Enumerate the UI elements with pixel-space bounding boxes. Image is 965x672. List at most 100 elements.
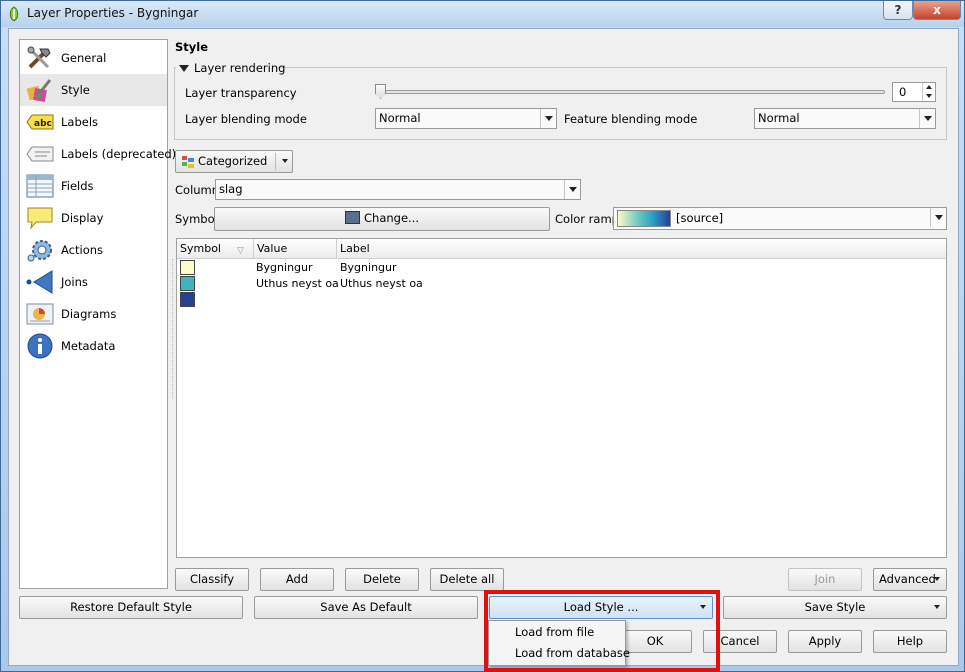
advanced-label: Advanced <box>879 572 936 586</box>
paintbrush-icon <box>26 79 52 102</box>
join-button[interactable]: Join <box>788 568 862 591</box>
symbol-preview <box>345 211 360 224</box>
delete-button[interactable]: Delete <box>345 568 419 591</box>
sidebar-item-label: Actions <box>61 243 104 257</box>
context-help-button[interactable]: ? <box>883 1 913 20</box>
column-label: Column <box>175 183 220 197</box>
color-ramp-preview <box>617 210 671 227</box>
sidebar-item-style[interactable]: Style <box>20 74 167 106</box>
category-label[interactable]: Bygningur <box>340 261 397 274</box>
speech-bubble-icon <box>27 207 53 230</box>
column-select[interactable]: slag <box>215 179 581 200</box>
column-header-label[interactable]: Label <box>337 239 946 259</box>
chevron-down-icon <box>282 159 288 163</box>
chevron-down-icon <box>930 208 946 227</box>
dialog-client-area: General Style abc Labels Labels (depreca… <box>8 28 959 672</box>
category-value[interactable]: Uthus neyst oa <box>256 277 339 290</box>
category-label[interactable]: Uthus neyst oa <box>340 277 423 290</box>
collapse-triangle-icon[interactable] <box>179 65 189 72</box>
title-bar[interactable]: Layer Properties - Bygningar ? x <box>1 1 964 27</box>
restore-default-style-button[interactable]: Restore Default Style <box>19 596 243 619</box>
sidebar-item-label: Display <box>61 211 104 225</box>
chevron-down-icon <box>934 605 940 609</box>
color-ramp-value: [source] <box>676 211 724 225</box>
change-symbol-button[interactable]: Change... <box>214 207 550 231</box>
layer-blending-select[interactable]: Normal <box>375 108 557 129</box>
delete-all-button[interactable]: Delete all <box>430 568 504 591</box>
change-button-label: Change... <box>364 211 419 225</box>
gear-icon <box>27 240 52 262</box>
sidebar-item-joins[interactable]: Joins <box>20 266 167 298</box>
join-arrow-icon <box>26 270 53 294</box>
sidebar-item-label: Style <box>61 83 90 97</box>
chevron-down-icon <box>564 180 580 199</box>
label-deprecated-icon <box>26 146 54 162</box>
color-ramp-select[interactable]: [source] <box>613 207 947 230</box>
categorized-icon <box>182 156 194 168</box>
transparency-slider[interactable] <box>377 90 885 94</box>
page-title: Style <box>175 40 209 54</box>
sidebar-item-display[interactable]: Display <box>20 202 167 234</box>
feature-blending-value: Normal <box>758 111 800 125</box>
dropdown-separator <box>275 153 276 170</box>
sidebar-item-label: Diagrams <box>61 307 117 321</box>
window-title: Layer Properties - Bygningar <box>27 6 199 20</box>
sidebar-item-general[interactable]: General <box>20 42 167 74</box>
transparency-label: Layer transparency <box>185 86 297 100</box>
chevron-down-icon <box>540 109 556 128</box>
sidebar-item-metadata[interactable]: Metadata <box>20 330 167 362</box>
category-swatch[interactable] <box>180 292 195 307</box>
sidebar-item-labels[interactable]: abc Labels <box>20 106 167 138</box>
qgis-logo-icon <box>9 6 19 22</box>
category-swatch[interactable] <box>180 260 195 275</box>
renderer-select[interactable]: Categorized <box>175 150 293 173</box>
categories-table[interactable]: Symbol ▽ Value Label Bygningur Bygningur… <box>172 238 947 558</box>
category-swatch[interactable] <box>180 276 195 291</box>
info-icon <box>27 333 53 359</box>
sidebar-item-fields[interactable]: Fields <box>20 170 167 202</box>
layer-blending-value: Normal <box>379 111 421 125</box>
column-header-symbol[interactable]: Symbol ▽ <box>177 239 254 259</box>
sidebar: General Style abc Labels Labels (depreca… <box>19 39 176 589</box>
chevron-down-icon <box>934 577 940 581</box>
column-value: slag <box>219 182 243 196</box>
category-value[interactable]: Bygningur <box>256 261 313 274</box>
sidebar-item-label: Labels (deprecated) <box>61 147 177 161</box>
spin-up-icon[interactable] <box>922 83 935 92</box>
save-as-default-button[interactable]: Save As Default <box>254 596 478 619</box>
symbol-label: Symbol <box>175 212 218 226</box>
table-splitter <box>172 259 173 399</box>
apply-button[interactable]: Apply <box>788 630 862 653</box>
advanced-button[interactable]: Advanced <box>873 568 947 591</box>
sort-indicator-icon: ▽ <box>237 246 244 256</box>
sidebar-item-label: Fields <box>61 179 94 193</box>
sidebar-item-label: Metadata <box>61 339 116 353</box>
tools-icon <box>27 46 51 69</box>
classify-button[interactable]: Classify <box>175 568 249 591</box>
highlight-box <box>484 590 720 672</box>
save-style-label: Save Style <box>804 600 866 614</box>
sidebar-item-diagrams[interactable]: Diagrams <box>20 298 167 330</box>
color-ramp-label: Color ramp <box>555 212 619 226</box>
add-button[interactable]: Add <box>260 568 334 591</box>
layer-rendering-group <box>174 67 947 140</box>
sidebar-item-label: General <box>61 51 107 65</box>
feature-blending-label: Feature blending mode <box>564 112 698 126</box>
diagram-icon <box>26 303 54 325</box>
transparency-spinbox[interactable]: 0 <box>892 82 936 102</box>
feature-blending-select[interactable]: Normal <box>754 108 936 129</box>
chevron-down-icon <box>919 109 935 128</box>
help-button[interactable]: Help <box>873 630 947 653</box>
close-window-button[interactable]: x <box>913 1 961 20</box>
spin-down-icon[interactable] <box>922 92 935 101</box>
layer-rendering-title[interactable]: Layer rendering <box>194 61 285 75</box>
transparency-value: 0 <box>899 85 907 99</box>
svg-text:abc: abc <box>34 119 52 129</box>
sidebar-item-actions[interactable]: Actions <box>20 234 167 266</box>
abc-label-icon: abc <box>26 114 54 130</box>
sidebar-item-label: Joins <box>61 275 88 289</box>
column-header-value[interactable]: Value <box>254 239 337 259</box>
save-style-button[interactable]: Save Style <box>723 596 947 619</box>
sidebar-item-labels-deprecated[interactable]: Labels (deprecated) <box>20 138 176 170</box>
layer-properties-window: Layer Properties - Bygningar ? x General <box>0 0 965 672</box>
